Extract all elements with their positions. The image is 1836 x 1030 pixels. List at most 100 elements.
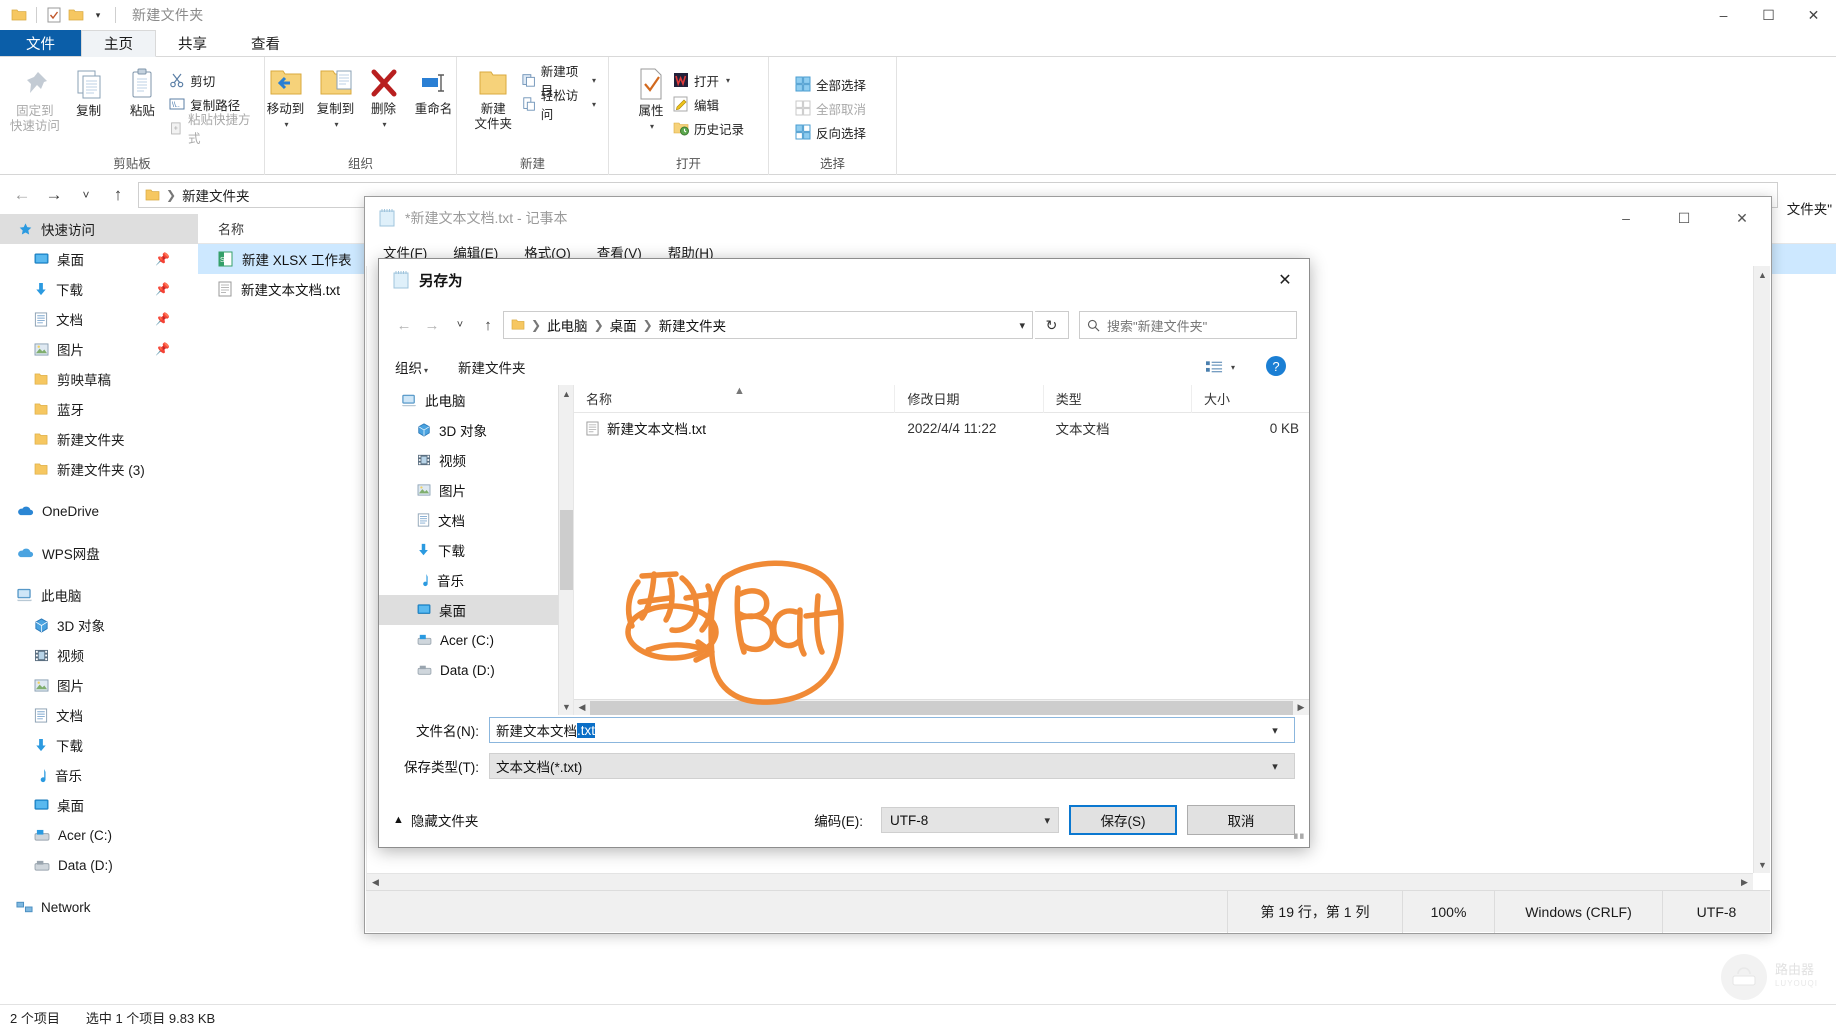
navigation-pane[interactable]: 快速访问 桌面 📌 下载 📌 文档 📌 图片 📌 剪映草稿 蓝牙 新建文件夹 新… <box>0 214 198 1004</box>
breadcrumb-dropdown-icon[interactable]: ▾ <box>1019 319 1025 332</box>
copy-button[interactable]: 复制 <box>62 61 116 119</box>
save-button[interactable]: 保存(S) <box>1069 805 1177 835</box>
filetype-select[interactable]: 文本文档(*.txt) ▾ <box>489 753 1295 779</box>
organize-button[interactable]: 组织 ▾ <box>395 357 428 377</box>
filename-dropdown-icon[interactable]: ▾ <box>1262 717 1288 743</box>
copy-to-button[interactable]: 复制到 ▾ <box>311 61 361 132</box>
explorer-maximize-button[interactable]: ☐ <box>1746 0 1791 30</box>
tree-scroll-thumb[interactable] <box>560 510 573 590</box>
encoding-dropdown-icon[interactable]: ▾ <box>1044 814 1050 827</box>
nav-item-drive-d[interactable]: Data (D:) <box>0 850 198 880</box>
rename-button[interactable]: 重命名 <box>407 61 461 117</box>
scroll-left-arrow-icon[interactable]: ◀ <box>367 874 384 891</box>
nav-item-videos[interactable]: 视频 <box>0 640 198 670</box>
notepad-horizontal-scrollbar[interactable]: ◀ ▶ <box>367 873 1753 890</box>
save-as-forward-button[interactable]: → <box>419 311 445 339</box>
nav-item-desktop[interactable]: 桌面 📌 <box>0 244 198 274</box>
nav-item-new-folder[interactable]: 新建文件夹 <box>0 424 198 454</box>
move-to-button[interactable]: 移动到 ▾ <box>261 61 311 132</box>
save-as-tree-pane[interactable]: 此电脑 3D 对象 视频 图片 文档 下载 音乐 桌面 Acer (C:) Da… <box>379 385 574 715</box>
nav-item-3d-objects[interactable]: 3D 对象 <box>0 610 198 640</box>
save-as-recent-button[interactable]: ˅ <box>447 311 473 339</box>
tab-file[interactable]: 文件 <box>0 30 81 56</box>
save-as-refresh-button[interactable]: ↻ <box>1035 311 1069 339</box>
nav-item-network[interactable]: Network <box>0 892 198 922</box>
new-folder-button[interactable]: 新建文件夹 <box>465 61 522 132</box>
tab-home[interactable]: 主页 <box>81 30 156 57</box>
new-item-caret-icon[interactable]: ▾ <box>592 76 596 85</box>
tree-item-drive-d[interactable]: Data (D:) <box>379 655 573 685</box>
select-all-button[interactable]: 全部选择 <box>795 72 870 96</box>
tree-item-documents[interactable]: 文档 <box>379 505 573 535</box>
nav-item-drive-c[interactable]: Acer (C:) <box>0 820 198 850</box>
nav-item-desktop-pc[interactable]: 桌面 <box>0 790 198 820</box>
file-list-horizontal-scrollbar[interactable]: ◀ ▶ <box>574 699 1309 715</box>
filetype-dropdown-icon[interactable]: ▾ <box>1262 753 1288 779</box>
save-as-search-input[interactable]: 搜索"新建文件夹" <box>1079 311 1297 339</box>
invert-selection-button[interactable]: 反向选择 <box>795 120 870 144</box>
status-zoom[interactable]: 100% <box>1402 890 1494 933</box>
notepad-minimize-button[interactable]: – <box>1597 197 1655 239</box>
open-caret-icon[interactable]: ▾ <box>726 76 730 85</box>
explorer-forward-button[interactable]: → <box>38 180 70 210</box>
save-as-breadcrumb[interactable]: ❯ 此电脑 ❯ 桌面 ❯ 新建文件夹 ▾ <box>503 311 1033 339</box>
tree-item-music[interactable]: 音乐 <box>379 565 573 595</box>
explorer-back-button[interactable]: ← <box>6 180 38 210</box>
hscroll-left-icon[interactable]: ◀ <box>574 700 590 716</box>
notepad-vertical-scrollbar[interactable]: ▲ ▼ <box>1753 266 1770 873</box>
nav-item-onedrive[interactable]: OneDrive <box>0 496 198 526</box>
save-as-up-button[interactable]: ↑ <box>475 311 501 339</box>
nav-item-quick-access[interactable]: 快速访问 <box>0 214 198 244</box>
view-caret-icon[interactable]: ▾ <box>1231 363 1235 372</box>
save-as-title-bar[interactable]: 另存为 <box>379 259 1309 301</box>
tab-share[interactable]: 共享 <box>156 30 229 56</box>
nav-item-wps-cloud[interactable]: WPS网盘 <box>0 538 198 568</box>
qat-dropdown-icon[interactable]: ▾ <box>87 5 109 25</box>
pin-icon[interactable]: 📌 <box>155 282 170 296</box>
nav-item-documents-pc[interactable]: 文档 <box>0 700 198 730</box>
paste-shortcut-button[interactable]: 粘贴快捷方式 <box>169 113 256 146</box>
tree-item-drive-c[interactable]: Acer (C:) <box>379 625 573 655</box>
scroll-down-arrow-icon[interactable]: ▼ <box>1754 856 1771 873</box>
nav-item-this-pc[interactable]: 此电脑 <box>0 580 198 610</box>
edit-button[interactable]: 编辑 <box>673 92 748 116</box>
tree-item-pictures[interactable]: 图片 <box>379 475 573 505</box>
cancel-button[interactable]: 取消 <box>1187 805 1295 835</box>
file-row-name-cell[interactable]: 新建文本文档.txt <box>574 413 895 443</box>
explorer-recent-locations-button[interactable]: ˅ <box>70 180 102 210</box>
notepad-maximize-button[interactable]: ☐ <box>1655 197 1713 239</box>
paste-button[interactable]: 粘贴 <box>116 61 170 119</box>
resize-grip-icon[interactable]: ▘▘ <box>1294 834 1307 845</box>
tab-view[interactable]: 查看 <box>229 30 302 56</box>
tree-scroll-down-icon[interactable]: ▼ <box>559 698 573 715</box>
notepad-title-bar[interactable]: *新建文本文档.txt - 记事本 <box>365 197 1771 239</box>
new-folder-qat-icon[interactable] <box>65 5 87 25</box>
notepad-close-button[interactable]: ✕ <box>1713 197 1771 239</box>
save-as-back-button[interactable]: ← <box>391 311 417 339</box>
nav-item-documents[interactable]: 文档 📌 <box>0 304 198 334</box>
file-name[interactable]: 新建 XLSX 工作表 <box>242 249 352 269</box>
explorer-minimize-button[interactable]: – <box>1701 0 1746 30</box>
tree-item-desktop[interactable]: 桌面 <box>379 595 573 625</box>
hscroll-thumb[interactable] <box>590 701 1293 715</box>
column-header-modified[interactable]: 修改日期 <box>895 385 1044 413</box>
nav-item-bluetooth[interactable]: 蓝牙 <box>0 394 198 424</box>
nav-item-downloads-pc[interactable]: 下载 <box>0 730 198 760</box>
tree-item-3d-objects[interactable]: 3D 对象 <box>379 415 573 445</box>
save-as-close-button[interactable]: ✕ <box>1261 259 1309 301</box>
breadcrumb-desktop[interactable]: 桌面 <box>610 315 637 335</box>
tree-scrollbar[interactable]: ▲ ▼ <box>558 385 573 715</box>
encoding-select[interactable]: UTF-8 ▾ <box>881 807 1059 833</box>
nav-item-music[interactable]: 音乐 <box>0 760 198 790</box>
hide-folders-toggle[interactable]: ▲ 隐藏文件夹 <box>393 810 478 830</box>
nav-item-downloads[interactable]: 下载 📌 <box>0 274 198 304</box>
tree-scroll-up-icon[interactable]: ▲ <box>559 385 573 402</box>
properties-check-icon[interactable] <box>43 5 65 25</box>
save-as-file-row[interactable]: 新建文本文档.txt 2022/4/4 11:22 文本文档 0 KB <box>574 413 1309 443</box>
easy-access-button[interactable]: 轻松访问 ▾ <box>522 89 600 122</box>
history-button[interactable]: 历史记录 <box>673 116 748 140</box>
easy-access-caret-icon[interactable]: ▾ <box>592 100 596 109</box>
explorer-close-button[interactable]: ✕ <box>1791 0 1836 30</box>
column-header-size[interactable]: 大小 <box>1192 385 1309 413</box>
breadcrumb-current[interactable]: 新建文件夹 <box>182 185 250 205</box>
